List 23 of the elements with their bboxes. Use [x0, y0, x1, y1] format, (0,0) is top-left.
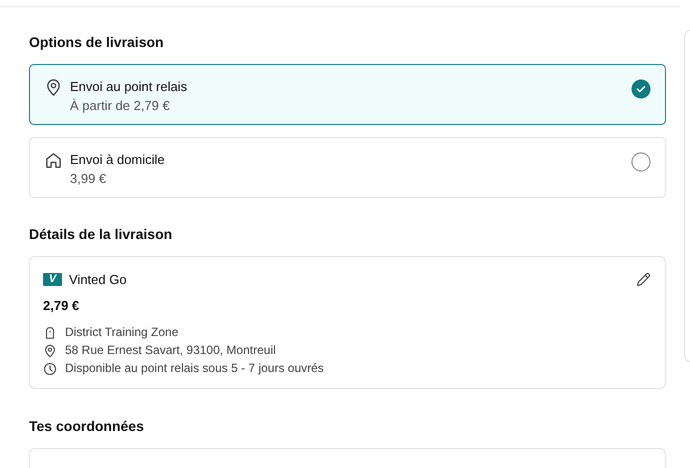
- delivery-price: 2,79 €: [43, 298, 80, 313]
- option-label: Envoi au point relais: [70, 78, 188, 95]
- section-title: Tes coordonnées: [29, 417, 145, 435]
- delivery-option[interactable]: Envoi au point relais À partir de 2,79 €: [29, 64, 666, 125]
- checked-radio-icon: [631, 79, 651, 99]
- detail-text: District Training Zone: [65, 325, 178, 340]
- edit-icon[interactable]: [635, 271, 652, 288]
- section-title: Options de livraison: [29, 33, 165, 51]
- detail-text: Disponible au point relais sous 5 - 7 jours ouvrés: [65, 361, 324, 376]
- clock-icon: [43, 362, 57, 376]
- locker-icon: [43, 326, 57, 340]
- carrier-logo: V: [43, 273, 62, 286]
- option-label: Envoi à domicile: [70, 151, 166, 168]
- location-pin-icon: [43, 344, 57, 358]
- location-pin-icon: [44, 78, 63, 97]
- radio-icon: [631, 152, 651, 172]
- detail-text: 58 Rue Ernest Savart, 93100, Montreuil: [65, 343, 276, 358]
- carrier-name: Vinted Go: [69, 272, 128, 287]
- house-icon: [44, 151, 63, 170]
- option-price: À partir de 2,79 €: [70, 97, 171, 114]
- option-price: 3,99 €: [70, 170, 108, 187]
- section-title: Détails de la livraison: [29, 225, 174, 243]
- delivery-option[interactable]: Envoi à domicile 3,99 €: [29, 137, 666, 198]
